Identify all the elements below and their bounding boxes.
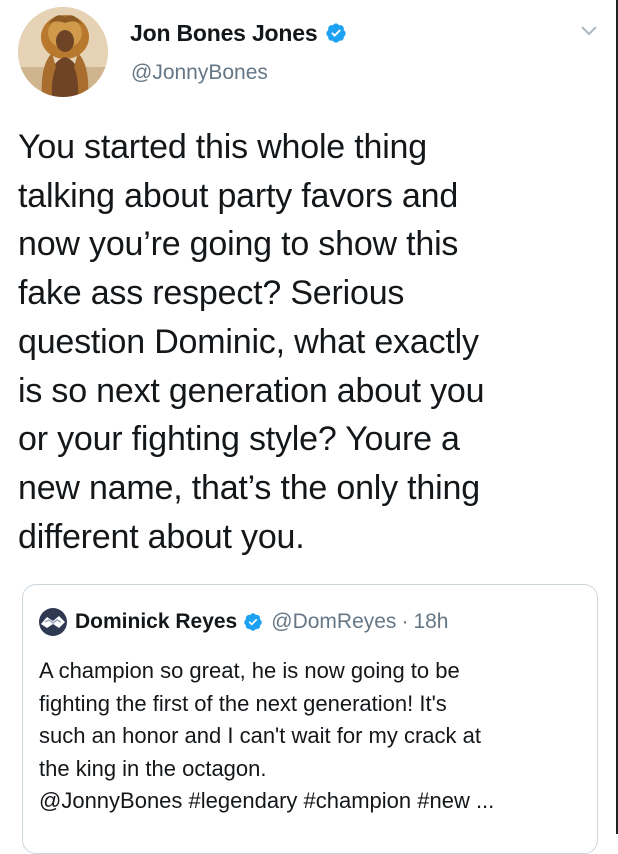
verified-badge-icon xyxy=(326,23,347,43)
lion-headdress-avatar-icon xyxy=(18,7,108,97)
quoted-tweet-text: A champion so great, he is now going to … xyxy=(39,658,495,813)
quoted-tweet-header: Dominick Reyes @DomReyes · 18h xyxy=(39,607,448,637)
quoted-tweet-card[interactable]: Dominick Reyes @DomReyes · 18h A champio… xyxy=(22,584,598,854)
tweet: Jon Bones Jones @JonnyBones You started … xyxy=(0,0,618,854)
tweet-text: You started this whole thing talking abo… xyxy=(18,128,485,556)
author-handle[interactable]: @JonnyBones xyxy=(131,61,268,85)
chevron-down-icon[interactable] xyxy=(579,24,599,38)
quoted-author-handle: @DomReyes xyxy=(271,610,397,633)
author-avatar[interactable] xyxy=(18,7,108,97)
quoted-timestamp: 18h xyxy=(413,610,449,633)
verified-badge-icon xyxy=(244,613,262,631)
separator-dot: · xyxy=(401,610,409,633)
quoted-avatar-icon xyxy=(39,608,67,636)
author-display-name[interactable]: Jon Bones Jones xyxy=(130,20,318,47)
author-name-row: Jon Bones Jones xyxy=(130,18,347,48)
quoted-author-name: Dominick Reyes xyxy=(75,610,238,633)
quoted-author-avatar xyxy=(39,608,67,636)
